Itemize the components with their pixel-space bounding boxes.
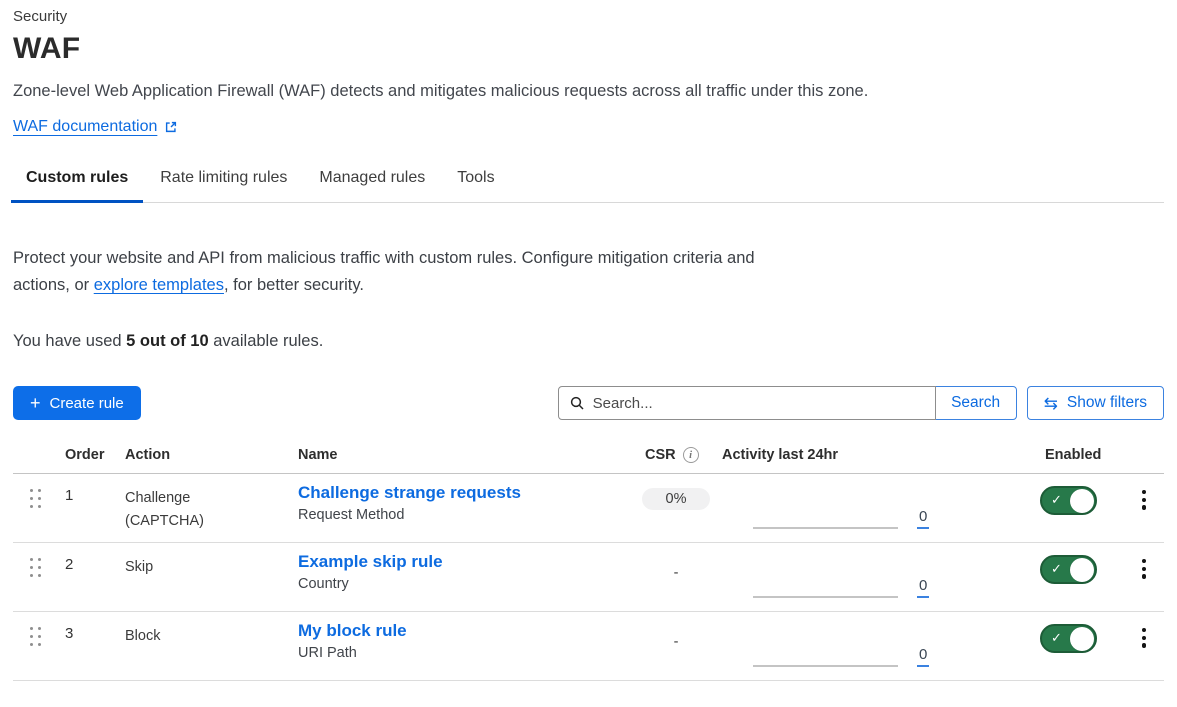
csr-badge: 0%: [642, 488, 711, 510]
col-header-order: Order: [65, 447, 125, 463]
table-row: 3 Block My block rule URI Path - 0 ✓: [13, 612, 1164, 681]
waf-documentation-label: WAF documentation: [13, 118, 157, 136]
activity-count-link[interactable]: 0: [917, 509, 929, 529]
enabled-toggle[interactable]: ✓: [1040, 624, 1097, 653]
toggle-knob: [1070, 558, 1094, 582]
rule-name-link[interactable]: Challenge strange requests: [298, 483, 521, 503]
drag-handle-icon[interactable]: [30, 627, 42, 646]
tab-custom-rules[interactable]: Custom rules: [11, 163, 143, 203]
rule-action: Challenge (CAPTCHA): [125, 474, 298, 542]
show-filters-label: Show filters: [1067, 394, 1147, 412]
rule-expression-field: URI Path: [298, 645, 630, 661]
drag-handle-icon[interactable]: [30, 489, 42, 508]
activity-sparkline: [753, 665, 898, 667]
activity-count-link[interactable]: 0: [917, 578, 929, 598]
rule-name-link[interactable]: My block rule: [298, 621, 407, 641]
col-header-activity: Activity last 24hr: [722, 447, 1035, 463]
custom-rules-table: Order Action Name CSR i Activity last 24…: [13, 447, 1164, 681]
table-row: 1 Challenge (CAPTCHA) Challenge strange …: [13, 474, 1164, 543]
table-header-row: Order Action Name CSR i Activity last 24…: [13, 447, 1164, 474]
rule-expression-field: Country: [298, 576, 630, 592]
more-options-button[interactable]: [1136, 625, 1152, 680]
usage-prefix: You have used: [13, 332, 126, 350]
explore-templates-link[interactable]: explore templates: [94, 276, 224, 294]
check-icon: ✓: [1051, 492, 1062, 508]
table-row: 2 Skip Example skip rule Country - 0 ✓: [13, 543, 1164, 612]
col-header-name: Name: [298, 447, 630, 463]
tab-bar: Custom rules Rate limiting rules Managed…: [11, 163, 1164, 203]
drag-handle-icon[interactable]: [30, 558, 42, 577]
csr-value: -: [674, 557, 679, 581]
intro-text: Protect your website and API from malici…: [13, 245, 755, 299]
usage-count: 5 out of 10: [126, 332, 209, 350]
show-filters-button[interactable]: ⇆ Show filters: [1027, 386, 1164, 420]
breadcrumb-security: Security: [13, 8, 1164, 25]
rule-order: 2: [65, 543, 125, 611]
rule-expression-field: Request Method: [298, 507, 630, 523]
more-options-button[interactable]: [1136, 487, 1152, 542]
search-icon: [569, 395, 585, 416]
page-description: Zone-level Web Application Firewall (WAF…: [13, 82, 1164, 101]
rule-order: 1: [65, 474, 125, 542]
col-header-csr: CSR i: [630, 447, 722, 463]
tab-tools[interactable]: Tools: [442, 163, 509, 203]
rule-action: Block: [125, 612, 298, 680]
toggle-knob: [1070, 627, 1094, 651]
csr-label: CSR: [645, 447, 676, 463]
plus-icon: +: [30, 394, 41, 412]
page-title: WAF: [13, 32, 1164, 66]
search-input[interactable]: [558, 386, 936, 420]
rule-name-link[interactable]: Example skip rule: [298, 552, 443, 572]
tab-managed-rules[interactable]: Managed rules: [304, 163, 440, 203]
info-icon[interactable]: i: [683, 447, 699, 463]
check-icon: ✓: [1051, 561, 1062, 577]
usage-suffix: available rules.: [209, 332, 324, 350]
rule-order: 3: [65, 612, 125, 680]
create-rule-button[interactable]: + Create rule: [13, 386, 141, 420]
rules-toolbar: + Create rule Search ⇆ Show filters: [13, 386, 1164, 420]
swap-arrows-icon: ⇆: [1044, 395, 1058, 412]
csr-value: -: [674, 626, 679, 650]
usage-summary: You have used 5 out of 10 available rule…: [13, 332, 1164, 351]
enabled-toggle[interactable]: ✓: [1040, 555, 1097, 584]
col-header-action: Action: [125, 447, 298, 463]
tab-rate-limiting-rules[interactable]: Rate limiting rules: [145, 163, 302, 203]
activity-count-link[interactable]: 0: [917, 647, 929, 667]
check-icon: ✓: [1051, 630, 1062, 646]
create-rule-label: Create rule: [50, 395, 124, 412]
page-header: Security WAF Zone-level Web Application …: [13, 8, 1164, 136]
activity-sparkline: [753, 527, 898, 529]
enabled-toggle[interactable]: ✓: [1040, 486, 1097, 515]
toggle-knob: [1070, 489, 1094, 513]
external-link-icon: [164, 120, 178, 134]
search-button[interactable]: Search: [935, 386, 1017, 420]
activity-sparkline: [753, 596, 898, 598]
intro-text-after: , for better security.: [224, 276, 364, 294]
col-header-enabled: Enabled: [1035, 447, 1124, 463]
rule-action: Skip: [125, 543, 298, 611]
more-options-button[interactable]: [1136, 556, 1152, 611]
waf-documentation-link[interactable]: WAF documentation: [13, 118, 178, 136]
